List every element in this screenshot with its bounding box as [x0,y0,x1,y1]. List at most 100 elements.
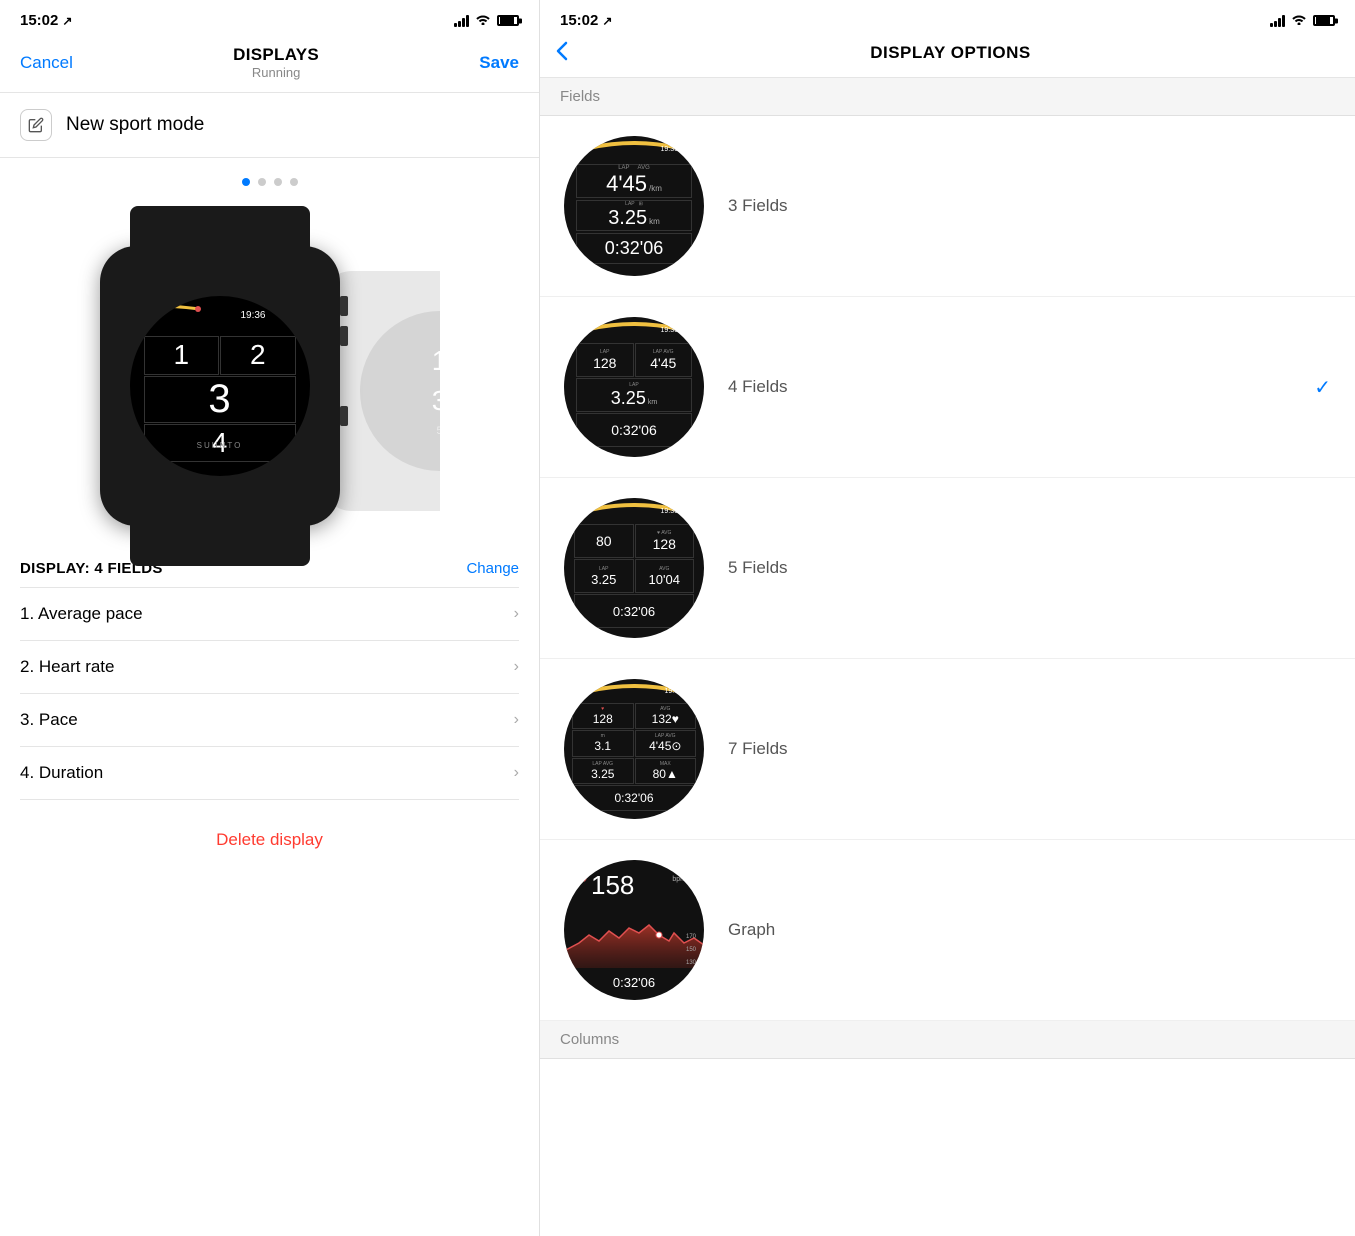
dot-3[interactable] [274,178,282,186]
battery-icon [497,15,519,26]
watch-button-top [340,296,348,316]
watch-screen: 19:36 1 2 3 [130,296,310,476]
suunto-text: SUUNTO [197,441,243,450]
option-4fields[interactable]: 19:36 LAP 128 LAP AVG 4'45 [540,297,1355,478]
mini-watch-5fields: 19:36 80 ♥ AVG 128 LAP [564,498,704,638]
watch-graph: ♥ 158 bpm [564,860,704,1000]
left-nav-bar: Cancel DISPLAYS Running Save [0,37,539,93]
carousel-dots [242,178,298,186]
option-3fields-label: 3 Fields [728,196,788,216]
watch-carousel: 19:36 1 2 3 [0,158,539,536]
left-status-icons [454,13,519,28]
columns-label: Columns [560,1031,619,1048]
yellow-arc [130,300,220,312]
fields-section-header: Fields [540,78,1355,116]
right-signal-bars-icon [1270,14,1285,27]
option-7fields-label-area: 7 Fields [728,739,1331,759]
watch-field-2: 2 [220,336,296,375]
left-time-text: 15:02 [20,12,58,29]
left-panel: 15:02 ↗ Cancel DISPLAYS Running Save [0,0,540,1236]
field-item-4[interactable]: 4. Duration › [20,747,519,800]
delete-button[interactable]: Delete display [216,830,323,850]
right-nav-bar: DISPLAY OPTIONS [540,37,1355,78]
sport-mode-label: New sport mode [66,114,204,136]
field-name-3: 3. Pace [20,710,78,730]
field-3f-mid: LAP⊞ 3.25 km [576,200,692,231]
graph-bpm: 158 [591,870,634,901]
field-item-2[interactable]: 2. Heart rate › [20,641,519,694]
watch-fields: 1 2 3 4 [130,332,310,476]
option-4fields-label: 4 Fields [728,377,788,397]
back-button[interactable] [556,41,568,65]
right-status-icons [1270,13,1335,28]
option-7fields-label: 7 Fields [728,739,788,759]
delete-section: Delete display [0,800,539,880]
chevron-icon-2: › [514,658,519,676]
nav-title: DISPLAYS [233,45,319,65]
chevron-icon-4: › [514,764,519,782]
dot-1[interactable] [242,178,250,186]
graph-content: ♥ 158 bpm [564,860,704,1000]
wifi-icon [475,13,491,28]
mini-watch-7fields: 19:36 ♥ 128 AVG 132♥ [564,679,704,819]
columns-section-header: Columns [540,1021,1355,1059]
field-3f-top: LAPAVG 4'45 /km [576,164,692,198]
option-graph-label: Graph [728,920,775,940]
watch-button-mid [340,326,348,346]
left-nav-icon: ↗ [62,14,72,28]
cancel-button[interactable]: Cancel [20,53,73,73]
watch-body: 19:36 1 2 3 [100,246,340,526]
watch-button-bot [340,406,348,426]
left-time: 15:02 ↗ [20,12,72,29]
field-item-3[interactable]: 3. Pace › [20,694,519,747]
save-button[interactable]: Save [479,53,519,73]
graph-heart-icon: ♥ [582,874,587,884]
nav-subtitle: Running [233,65,319,80]
option-7fields[interactable]: 19:36 ♥ 128 AVG 132♥ [540,659,1355,840]
option-4fields-label-area: 4 Fields ✓ [728,375,1331,400]
ghost-watch-screen: 1 3 5 [360,311,440,471]
option-3fields[interactable]: 19:36 LAPAVG 4'45 /km [540,116,1355,297]
display-section: DISPLAY: 4 FIELDS Change 1. Average pace… [0,546,539,800]
option-graph-label-area: Graph [728,920,1331,940]
right-battery-icon [1313,15,1335,26]
field-3f-bot: 0:32'06 [576,233,692,264]
right-time-text: 15:02 [560,12,598,29]
field-list: 1. Average pace › 2. Heart rate › 3. Pac… [20,588,519,800]
option-5fields[interactable]: 19:36 80 ♥ AVG 128 LAP [540,478,1355,659]
right-nav-title: DISPLAY OPTIONS [584,43,1339,63]
edit-icon [20,109,52,141]
sport-mode-row[interactable]: New sport mode [0,93,539,158]
nav-title-section: DISPLAYS Running [233,45,319,80]
watch-3fields: 19:36 LAPAVG 4'45 /km [564,136,704,276]
fields-label: Fields [560,88,600,105]
mini-watch-graph: ♥ 158 bpm [564,860,704,1000]
chevron-icon-1: › [514,605,519,623]
field-name-2: 2. Heart rate [20,657,115,677]
graph-duration: 0:32'06 [613,975,655,990]
watch-time-small: 19:36 [240,310,265,321]
change-button[interactable]: Change [466,560,519,577]
dot-2[interactable] [258,178,266,186]
watch-7fields: 19:36 ♥ 128 AVG 132♥ [564,679,704,819]
option-graph[interactable]: ♥ 158 bpm [540,840,1355,1021]
option-3fields-label-area: 3 Fields [728,196,1331,216]
option-5fields-label: 5 Fields [728,558,788,578]
watch-4fields: 19:36 LAP 128 LAP AVG 4'45 [564,317,704,457]
options-list: Fields 19:36 LAPAVG [540,78,1355,1236]
watch-field-1: 1 [144,336,220,375]
left-status-bar: 15:02 ↗ [0,0,539,37]
graph-bpm-unit: bpm [672,876,686,883]
field-name-4: 4. Duration [20,763,103,783]
right-panel: 15:02 ↗ DISPLAY OPTIONS Fields [540,0,1355,1236]
signal-bars-icon [454,14,469,27]
dot-4[interactable] [290,178,298,186]
mini-watch-3fields: 19:36 LAPAVG 4'45 /km [564,136,704,276]
mini-watch-4fields: 19:36 LAP 128 LAP AVG 4'45 [564,317,704,457]
field-item-1[interactable]: 1. Average pace › [20,588,519,641]
right-status-bar: 15:02 ↗ [540,0,1355,37]
main-watch: 19:36 1 2 3 [100,246,340,526]
watch-display-wrapper: 19:36 1 2 3 [0,206,539,526]
checkmark-icon: ✓ [1314,375,1331,400]
right-wifi-icon [1291,13,1307,28]
